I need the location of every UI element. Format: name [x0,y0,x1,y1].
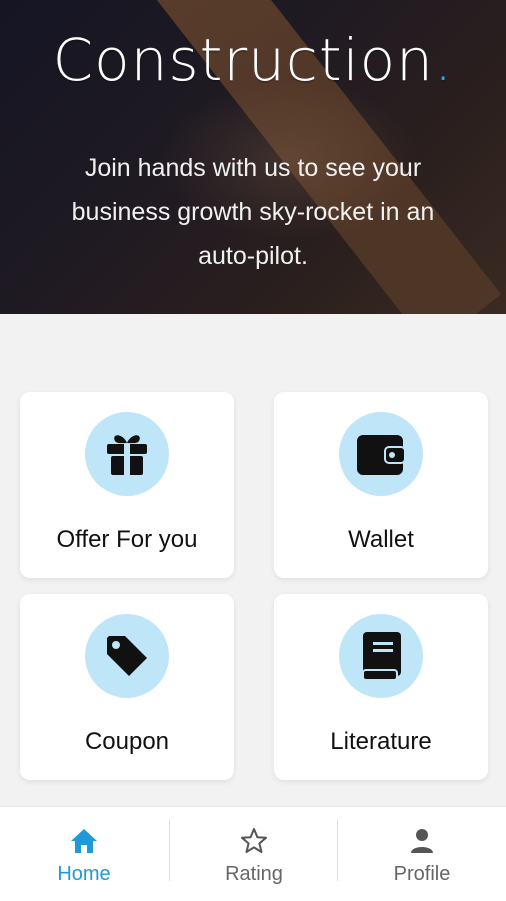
wallet-card[interactable]: Wallet [274,392,488,578]
wallet-card-label: Wallet [348,526,414,553]
nav-item-home[interactable]: Home [0,807,168,901]
bottom-nav: Home Rating Profile [0,806,506,901]
literature-icon-circle [339,614,423,698]
hero-title-text: Construction [52,26,434,94]
literature-card[interactable]: Literature [274,594,488,780]
nav-item-profile[interactable]: Profile [338,807,506,901]
nav-item-profile-label: Profile [393,863,451,885]
coupon-icon-circle [85,614,169,698]
gift-icon [107,435,147,475]
nav-item-rating[interactable]: Rating [170,807,338,901]
star-icon [241,828,267,853]
offer-card-label: Offer For you [56,526,198,553]
literature-card-label: Literature [330,728,432,755]
user-icon [411,829,433,853]
hero-subtitle: Join hands with us to see your business … [71,154,435,270]
nav-item-home-label: Home [57,863,111,885]
hero-title: Construction. [0,26,506,94]
coupon-card[interactable]: Coupon [20,594,234,780]
offer-icon-circle [85,412,169,496]
offer-card[interactable]: Offer For you [20,392,234,578]
book-icon [362,632,401,681]
hero-banner: Construction. Join hands with us to see … [0,0,506,314]
home-icon [71,829,97,853]
hero-title-dot: . [433,26,454,94]
tag-icon [107,636,147,676]
wallet-icon-circle [339,412,423,496]
nav-item-rating-label: Rating [225,863,283,885]
coupon-card-label: Coupon [84,728,170,755]
wallet-icon [357,435,406,475]
